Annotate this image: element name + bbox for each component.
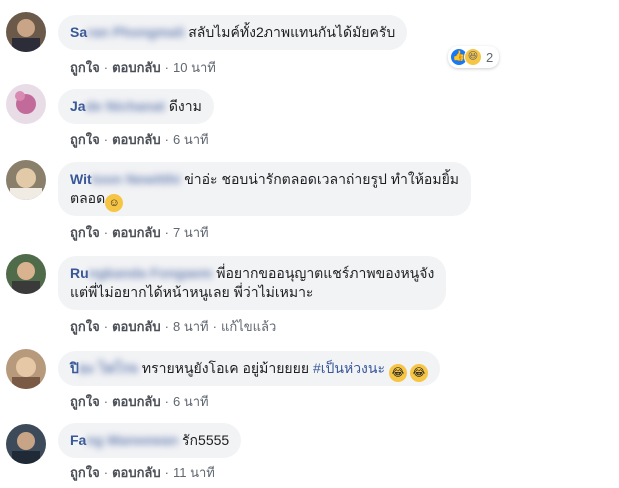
comment-bubble: Fang Maneewan รัก5555 [58, 423, 242, 458]
tears-of-joy-emoji: 😂 [409, 364, 428, 382]
timestamp[interactable]: 10 นาที [173, 60, 216, 75]
tears-of-joy-emoji: 😂 [388, 364, 407, 382]
avatar[interactable] [6, 12, 46, 52]
reply-button[interactable]: ตอบกลับ [112, 132, 161, 147]
avatar[interactable] [6, 160, 46, 200]
commenter-name[interactable]: Wittoon Newitthi [70, 171, 180, 187]
like-button[interactable]: ถูกใจ [70, 465, 100, 480]
comment-actions: ถูกใจ · ตอบกลับ · 7 นาที [70, 225, 209, 240]
comment-actions: ถูกใจ · ตอบกลับ · 10 นาที [70, 60, 216, 75]
avatar[interactable] [6, 349, 46, 389]
hashtag-link[interactable]: #เป็นห่วงนะ [313, 360, 385, 376]
reply-button[interactable]: ตอบกลับ [112, 60, 161, 75]
comment-text: ดีงาม [168, 98, 202, 114]
comment-bubble: ปิยะ ไพโรจ ทรายหนูยังโอเค อยู่ม้ายยยย #เ… [58, 351, 440, 386]
reply-button[interactable]: ตอบกลับ [112, 465, 161, 480]
comment-actions: ถูกใจ · ตอบกลับ · 11 นาที [70, 465, 215, 480]
reply-button[interactable]: ตอบกลับ [112, 225, 161, 240]
reaction-summary[interactable]: 👍 😆 2 [448, 46, 500, 68]
avatar[interactable] [6, 254, 46, 294]
comment-text: สลับไมค์ทั้ง2ภาพแทนกันได้มัยครับ [188, 24, 396, 40]
like-button[interactable]: ถูกใจ [70, 319, 100, 334]
comment-text-line2: ตลอด [70, 190, 106, 206]
avatar-photo [6, 349, 46, 389]
comment-actions: ถูกใจ · ตอบกลับ · 6 นาที [70, 132, 209, 147]
commenter-name[interactable]: ปิยะ ไพโรจ [70, 360, 138, 376]
avatar-photo [6, 84, 46, 124]
comment-text: รัก5555 [182, 432, 230, 448]
comment-bubble: Rungkanda Fongaem พี่อยากขออนุญาตแชร์ภาพ… [58, 256, 447, 310]
haha-icon: 😆 [464, 48, 482, 66]
avatar[interactable] [6, 424, 46, 464]
reaction-count: 2 [486, 49, 494, 65]
timestamp[interactable]: 6 นาที [173, 132, 209, 147]
like-button[interactable]: ถูกใจ [70, 60, 100, 75]
like-button[interactable]: ถูกใจ [70, 394, 100, 409]
reply-button[interactable]: ตอบกลับ [112, 319, 161, 334]
avatar-photo [6, 12, 46, 52]
comment-bubble: Saran Phongmali สลับไมค์ทั้ง2ภาพแทนกันได… [58, 15, 408, 50]
edited-label[interactable]: แก้ไขแล้ว [221, 319, 276, 334]
commenter-name[interactable]: Rungkanda Fongaem [70, 265, 212, 281]
comment-text-line2: แต่พี่ไม่อยากได้หน้าหนูเลย พี่ว่าไม่เหมา… [70, 284, 314, 300]
avatar-photo [6, 160, 46, 200]
avatar[interactable] [6, 84, 46, 124]
timestamp[interactable]: 11 นาที [173, 465, 215, 480]
commenter-name[interactable]: Fang Maneewan [70, 432, 178, 448]
commenter-name[interactable]: Saran Phongmali [70, 24, 184, 40]
like-button[interactable]: ถูกใจ [70, 132, 100, 147]
comment-actions: ถูกใจ · ตอบกลับ · 6 นาที [70, 394, 209, 409]
like-button[interactable]: ถูกใจ [70, 225, 100, 240]
comment-text: ทรายหนูยังโอเค อยู่ม้ายยยย [141, 360, 310, 376]
comment-bubble: Jade Nichanat ดีงาม [58, 89, 214, 124]
avatar-photo [6, 424, 46, 464]
timestamp[interactable]: 7 นาที [173, 225, 209, 240]
comment-bubble: Wittoon Newitthi ข่าอ่ะ ชอบน่ารักตลอดเวล… [58, 162, 471, 216]
comment-actions: ถูกใจ · ตอบกลับ · 8 นาที · แก้ไขแล้ว [70, 319, 277, 334]
smiling-face-emoji: ☺ [105, 194, 124, 212]
comment-text: ข่าอ่ะ ชอบน่ารักตลอดเวลาถ่ายรูป ทำให้อมย… [184, 171, 459, 187]
commenter-name[interactable]: Jade Nichanat [70, 98, 165, 114]
reply-button[interactable]: ตอบกลับ [112, 394, 161, 409]
timestamp[interactable]: 6 นาที [173, 394, 209, 409]
timestamp[interactable]: 8 นาที [173, 319, 209, 334]
comment-text: พี่อยากขออนุญาตแชร์ภาพของหนูจัง [216, 265, 435, 281]
avatar-photo [6, 254, 46, 294]
